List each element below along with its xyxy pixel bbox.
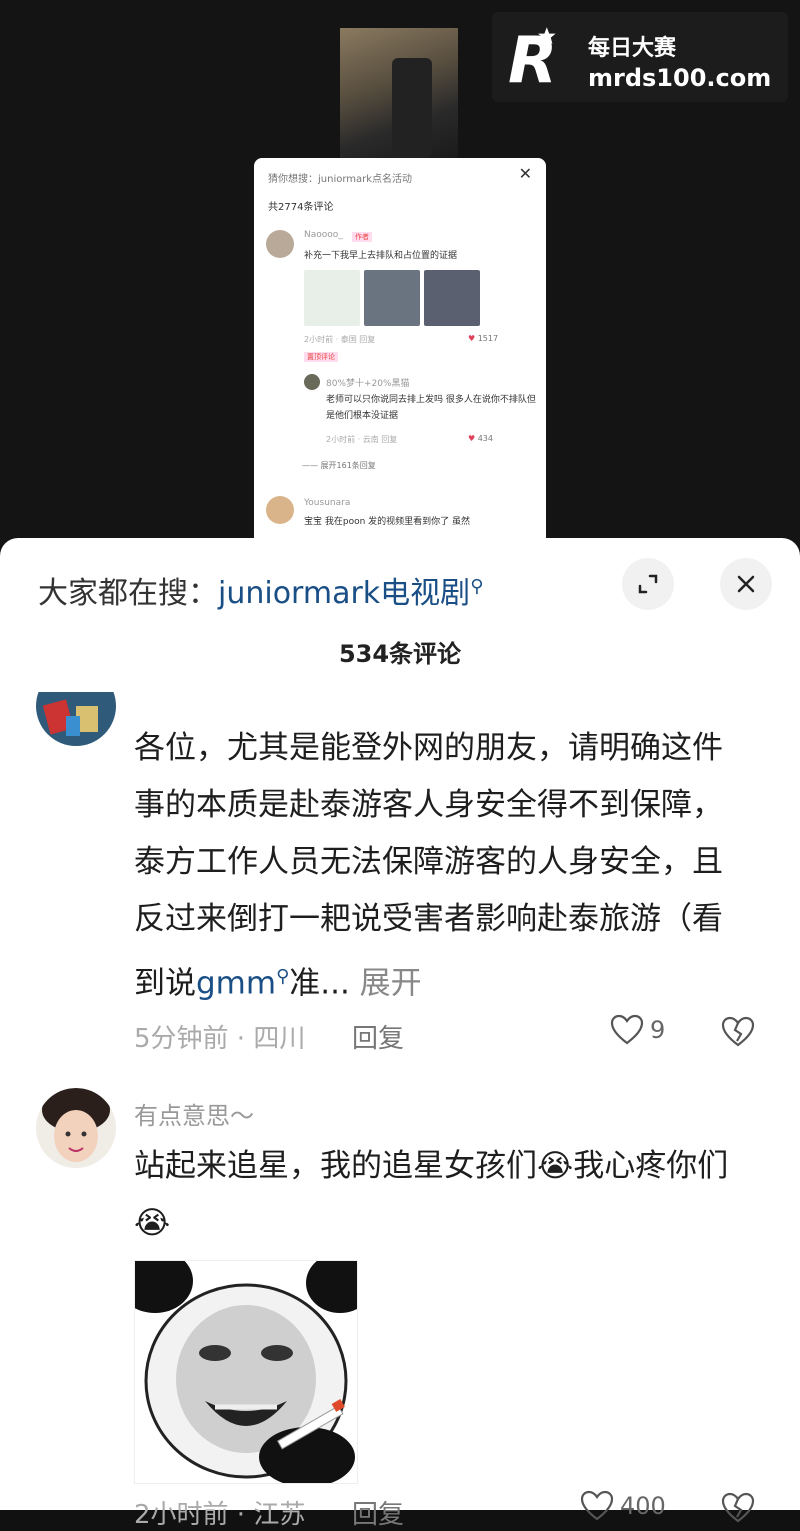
inner-pinned-badge: 置顶评论 xyxy=(304,352,338,362)
comment-meta: 5分钟前 · 四川 xyxy=(134,1024,306,1054)
inner-like-count: ♥ 1517 xyxy=(468,334,499,343)
like-button-2[interactable]: 400 xyxy=(580,1490,666,1522)
close-icon xyxy=(737,575,755,593)
search-suggestion[interactable]: 大家都在搜：juniormark电视剧⚲ xyxy=(38,568,483,612)
inner-thumb-photo xyxy=(364,270,420,326)
search-suggestion-prefix: 大家都在搜： xyxy=(38,576,218,611)
avatar-image xyxy=(36,692,116,746)
dislike-button-2[interactable] xyxy=(720,1492,756,1524)
dislike-button[interactable] xyxy=(720,1016,756,1048)
commenter-avatar[interactable] xyxy=(36,692,116,746)
inner-comment-count: 共2774条评论 xyxy=(268,202,334,213)
inner-thumb-crowd xyxy=(424,270,480,326)
comment-sheet: 大家都在搜：juniormark电视剧⚲ 534条评论 各位，尤其是能登外网的朋… xyxy=(0,538,800,1530)
inner-comment-text-2: 宝宝 我在poon 发的视频里看到你了 虽然 xyxy=(304,517,471,527)
meme-image[interactable] xyxy=(117,1249,374,1487)
expand-icon xyxy=(638,574,658,594)
watermark: R 每日大赛 mrds100.com xyxy=(492,12,788,102)
comment-count-title: 534条评论 xyxy=(338,640,462,668)
hashtag-link[interactable]: gmm xyxy=(196,965,276,1001)
close-button[interactable] xyxy=(720,558,772,610)
video-background[interactable]: R 每日大赛 mrds100.com 猜你想搜：juniormark点名活动 ✕… xyxy=(0,0,800,560)
expand-button[interactable] xyxy=(622,558,674,610)
commenter-name[interactable]: 有点意思～ xyxy=(134,1096,254,1131)
like-button[interactable]: 9 xyxy=(610,1014,665,1046)
inner-reply-avatar xyxy=(304,374,320,390)
like-count-2: 400 xyxy=(620,1492,666,1520)
commenter-avatar-2[interactable] xyxy=(36,1088,116,1168)
comment-meta-2: 2小时前 · 江苏 xyxy=(134,1500,306,1530)
avatar-image-2 xyxy=(36,1088,116,1168)
inner-expand-replies: —— 展开161条回复 xyxy=(302,461,376,470)
inner-username-2: Yousunara xyxy=(304,498,351,508)
like-count: 9 xyxy=(650,1016,666,1044)
watermark-logo-icon: R xyxy=(508,24,557,90)
heart-icon xyxy=(610,1014,644,1045)
inner-search-suggestion: 猜你想搜：juniormark点名活动 xyxy=(268,174,413,185)
watermark-title: 每日大赛 xyxy=(588,36,677,61)
inner-author-tag: 作者 xyxy=(352,232,372,242)
hashtag-search-icon: ⚲ xyxy=(276,966,290,987)
inner-thumb-chat xyxy=(304,270,360,326)
reply-button[interactable]: 回复 xyxy=(352,1018,404,1055)
embedded-screenshot: 猜你想搜：juniormark点名活动 ✕ 共2774条评论 Naoooo_ 作… xyxy=(254,158,546,558)
video-frame-image xyxy=(340,28,458,158)
inner-close-icon: ✕ xyxy=(518,164,532,183)
inner-comment-text: 补充一下我早上去排队和占位置的证据 xyxy=(304,251,458,261)
panda-crying-meme-image xyxy=(117,1249,374,1487)
search-icon: ⚲ xyxy=(470,576,484,597)
inner-reply-text: 老师可以只你说同去排上发吗 很多人在说你不排队但是他们根本没证据 xyxy=(326,395,536,421)
comment-text-2: 站起来追星，我的追星女孩们😭我心疼你们😭 xyxy=(134,1148,729,1241)
inner-reply-username: 80%梦十+20%黑猫 xyxy=(326,379,410,389)
expand-text-link[interactable]: 展开 xyxy=(350,965,422,1001)
reply-button-2[interactable]: 回复 xyxy=(352,1494,404,1531)
inner-comment-meta: 2小时前 · 泰国 回复 xyxy=(304,335,376,344)
inner-reply-meta: 2小时前 · 云南 回复 xyxy=(326,435,398,444)
search-suggestion-link[interactable]: juniormark电视剧 xyxy=(218,576,470,611)
inner-reply-likes: ♥ 434 xyxy=(468,434,493,443)
inner-avatar xyxy=(266,230,294,258)
inner-username: Naoooo_ xyxy=(304,230,343,240)
watermark-domain: mrds100.com xyxy=(588,64,772,92)
comment-text: 各位，尤其是能登外网的朋友，请明确这件事的本质是赴泰游客人身安全得不到保障，泰方… xyxy=(134,730,723,1002)
inner-avatar-2 xyxy=(266,496,294,524)
heart-icon xyxy=(580,1490,614,1521)
